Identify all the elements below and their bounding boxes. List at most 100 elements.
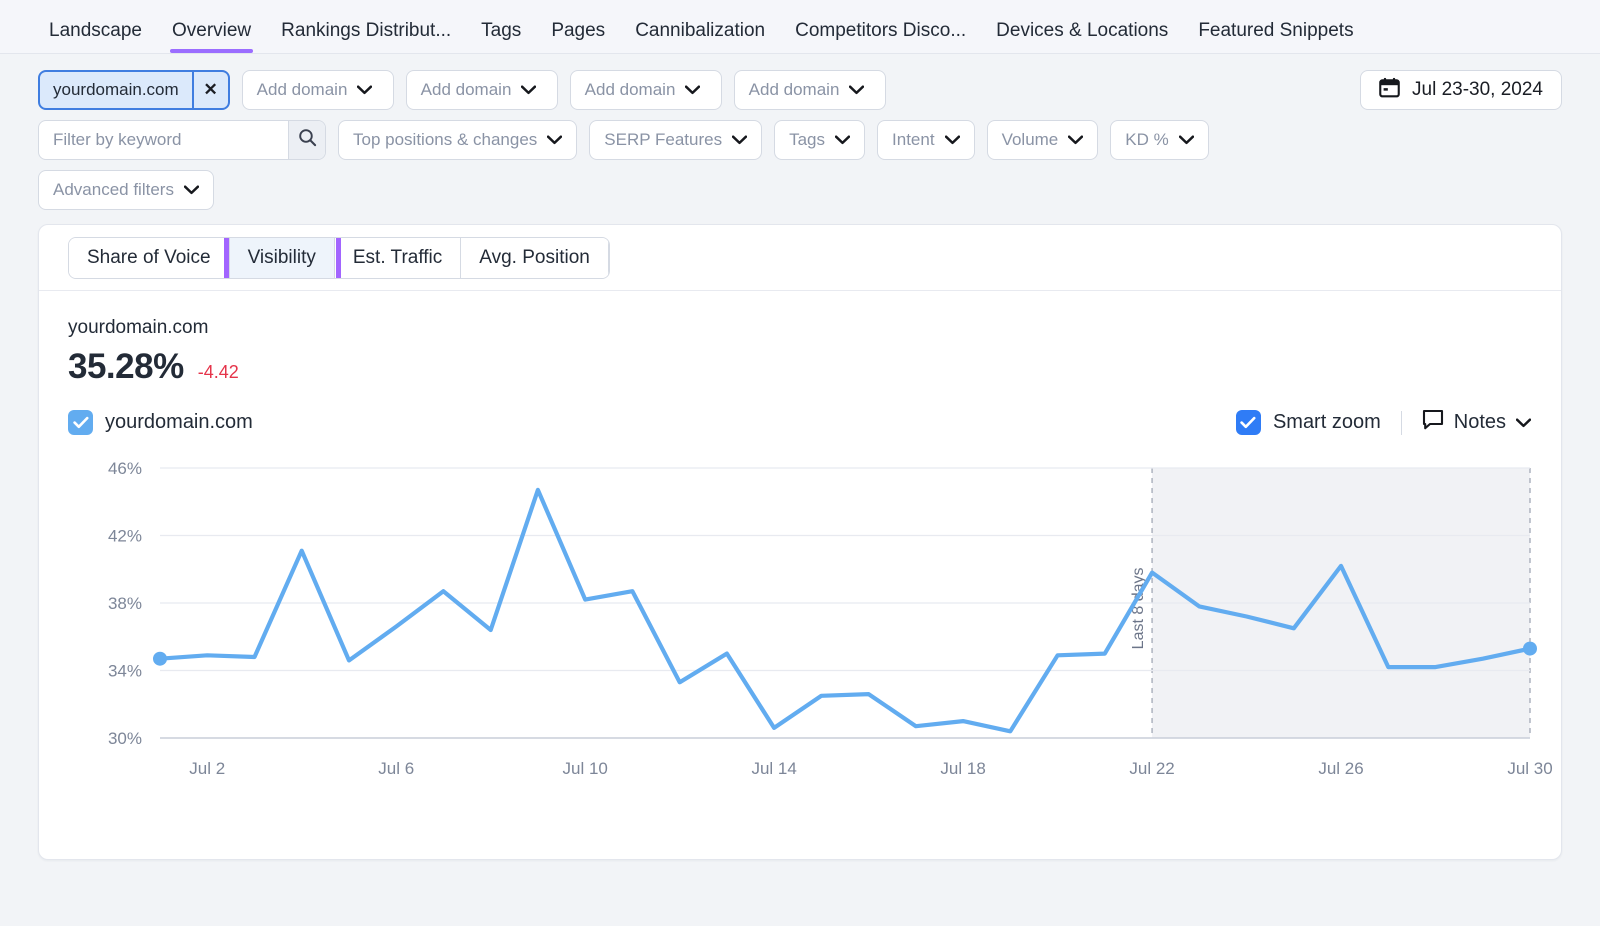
nav-tab-tags[interactable]: Tags xyxy=(466,21,536,53)
filter-dropdown-volume[interactable]: Volume xyxy=(986,120,1099,160)
x-axis-tick-label: Jul 26 xyxy=(1318,759,1363,778)
nav-tab-landscape[interactable]: Landscape xyxy=(34,21,157,53)
chevron-down-icon xyxy=(685,84,701,97)
search-button[interactable] xyxy=(288,121,325,159)
metric-value: 35.28% xyxy=(68,347,184,386)
metric-summary: yourdomain.com 35.28% -4.42 xyxy=(39,291,1561,387)
chevron-down-icon xyxy=(1178,134,1194,147)
series-legend[interactable]: yourdomain.com xyxy=(68,410,253,435)
chevron-down-icon xyxy=(547,134,563,147)
chevron-down-icon xyxy=(849,84,865,97)
filter-dropdown-label: Tags xyxy=(789,130,826,149)
filter-dropdown-serp-features[interactable]: SERP Features xyxy=(589,120,763,160)
chart-controls: Smart zoom Notes xyxy=(1235,409,1532,436)
y-axis-tick-label: 42% xyxy=(108,527,142,546)
chevron-down-icon xyxy=(834,134,851,147)
chevron-down-icon xyxy=(944,134,960,147)
nav-tab-label: Pages xyxy=(551,20,606,41)
metric-domain-label: yourdomain.com xyxy=(68,317,209,338)
filter-dropdown-top-positions-changes[interactable]: Top positions & changes xyxy=(338,120,578,160)
chevron-down-icon xyxy=(731,134,748,147)
domain-chip-label: yourdomain.com xyxy=(53,80,179,99)
nav-tab-label: Featured Snippets xyxy=(1198,20,1354,41)
nav-tab-overview[interactable]: Overview xyxy=(157,21,266,53)
metric-tab-avg-position[interactable]: Avg. Position xyxy=(461,237,609,278)
close-icon[interactable]: ✕ xyxy=(191,72,228,108)
calendar-icon xyxy=(1379,77,1400,104)
metric-tab-visibility[interactable]: Visibility xyxy=(229,237,335,278)
metric-tab-est-traffic[interactable]: Est. Traffic xyxy=(334,237,462,278)
filter-panel: yourdomain.com ✕ Add domain Add domain Add… xyxy=(0,54,1600,210)
nav-tab-featured-snippets[interactable]: Featured Snippets xyxy=(1183,21,1368,53)
add-domain-label: Add domain xyxy=(748,80,840,99)
filter-dropdown-intent[interactable]: Intent xyxy=(877,120,975,160)
nav-tab-label: Competitors Disco... xyxy=(795,20,967,41)
add-domain-dropdown-4[interactable]: Add domain xyxy=(733,70,886,110)
series-legend-label: yourdomain.com xyxy=(105,411,253,433)
keyword-filter-row: Top positions & changes SERP Features Tags… xyxy=(38,120,1562,160)
note-bubble-icon xyxy=(1422,409,1444,436)
nav-tab-label: Overview xyxy=(171,20,252,41)
advanced-filters-label: Advanced filters xyxy=(53,180,174,199)
divider xyxy=(1400,410,1402,435)
metric-tab-group: Share of Voice Visibility Est. Traffic Avg.… xyxy=(68,236,610,279)
domain-chip-yourdomain[interactable]: yourdomain.com ✕ xyxy=(38,70,230,110)
nav-tab-competitors-disco[interactable]: Competitors Disco... xyxy=(780,21,981,53)
add-domain-dropdown-2[interactable]: Add domain xyxy=(405,70,558,110)
metric-tab-label: Est. Traffic xyxy=(352,246,443,268)
search-box[interactable] xyxy=(38,120,326,160)
add-domain-group: Add domain Add domain Add domain Add domain xyxy=(241,70,886,110)
x-axis-tick-label: Jul 10 xyxy=(562,759,607,778)
chart-svg: Last 8 days30%34%38%42%46%Jul 2 Jul 6 Jul … xyxy=(108,459,1553,778)
filter-dropdown-label: Intent xyxy=(892,130,935,149)
metric-tab-share-of-voice[interactable]: Share of Voice xyxy=(69,237,230,278)
chevron-down-icon xyxy=(183,184,200,197)
nav-tab-label: Tags xyxy=(481,20,522,41)
date-range-label: Jul 23-30, 2024 xyxy=(1412,79,1543,100)
nav-tab-rankings-distribut[interactable]: Rankings Distribut... xyxy=(266,21,466,53)
dropdown-filter-group: Top positions & changes SERP Features Tags… xyxy=(338,120,1209,160)
add-domain-label: Add domain xyxy=(256,80,348,99)
x-axis-tick-label: Jul 22 xyxy=(1129,759,1174,778)
top-navigation: Landscape Overview Rankings Distribut... Ta… xyxy=(0,0,1600,54)
nav-tab-pages[interactable]: Pages xyxy=(536,21,620,53)
x-axis-tick-label: Jul 18 xyxy=(940,759,985,778)
metric-delta: -4.42 xyxy=(197,362,239,382)
metric-tab-label: Visibility xyxy=(247,246,316,268)
smart-zoom-control[interactable]: Smart zoom xyxy=(1235,410,1381,435)
nav-tab-cannibalization[interactable]: Cannibalization xyxy=(620,21,780,53)
add-domain-dropdown-3[interactable]: Add domain xyxy=(569,70,722,110)
notes-label: Notes xyxy=(1453,411,1506,433)
y-axis-tick-label: 34% xyxy=(108,662,142,681)
visibility-line-chart: Last 8 days 30% 34% 38% 42% 46% Jul 2 Jul 6 Jul … xyxy=(39,450,1561,790)
metric-card: Share of Voice Visibility Est. Traffic Avg.… xyxy=(38,224,1562,860)
nav-tab-label: Cannibalization xyxy=(635,20,766,41)
chevron-down-icon xyxy=(357,84,373,97)
x-axis-tick-label: Jul 6 xyxy=(378,759,414,778)
nav-tab-devices-locations[interactable]: Devices & Locations xyxy=(981,21,1183,53)
date-range-picker[interactable]: Jul 23-30, 2024 xyxy=(1360,70,1562,110)
filter-dropdown-label: Volume xyxy=(1001,130,1059,149)
nav-tab-label: Devices & Locations xyxy=(996,20,1169,41)
series-endpoint-marker xyxy=(153,651,167,666)
notes-dropdown[interactable]: Notes xyxy=(1422,409,1532,436)
x-axis-tick-label: Jul 14 xyxy=(751,759,796,778)
filter-dropdown-label: Top positions & changes xyxy=(353,130,538,149)
chevron-down-icon xyxy=(1068,134,1084,147)
nav-tab-label: Rankings Distribut... xyxy=(281,20,452,41)
smart-zoom-label: Smart zoom xyxy=(1272,411,1381,433)
add-domain-label: Add domain xyxy=(420,80,512,99)
add-domain-dropdown-1[interactable]: Add domain xyxy=(241,70,394,110)
y-axis-tick-label: 38% xyxy=(108,594,142,613)
metric-value-row: 35.28% -4.42 xyxy=(68,347,1532,387)
filter-dropdown-kd[interactable]: KD % xyxy=(1110,120,1209,160)
metric-tab-label: Avg. Position xyxy=(479,246,590,268)
smart-zoom-checkbox[interactable] xyxy=(1235,410,1261,435)
search-input[interactable] xyxy=(39,121,288,159)
advanced-filters-dropdown[interactable]: Advanced filters xyxy=(38,170,214,210)
chart-legend-row: yourdomain.com Smart zoom Notes xyxy=(39,387,1561,436)
chevron-down-icon xyxy=(1515,411,1532,434)
y-axis-tick-label: 46% xyxy=(108,459,142,478)
series-checkbox[interactable] xyxy=(68,410,93,435)
filter-dropdown-tags[interactable]: Tags xyxy=(774,120,866,160)
